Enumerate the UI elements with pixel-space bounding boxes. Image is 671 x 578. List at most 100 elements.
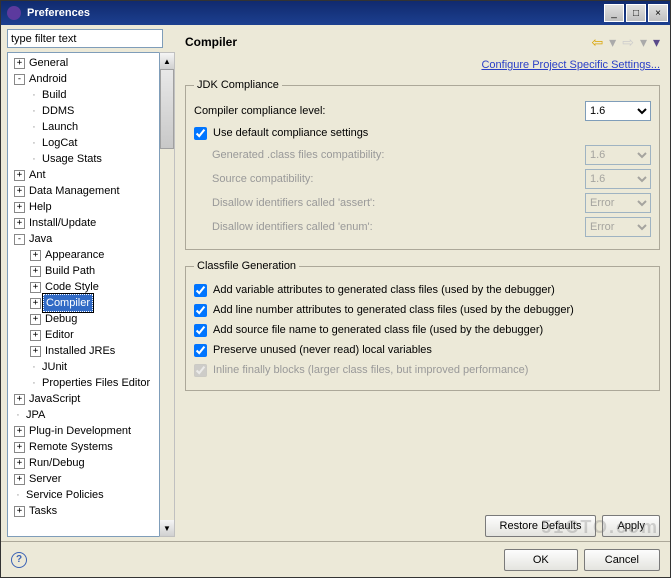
leaf-icon: ·	[30, 87, 38, 103]
close-button[interactable]: ×	[648, 4, 668, 22]
forward-menu-icon[interactable]: ▾	[640, 34, 647, 51]
expand-icon[interactable]: +	[14, 170, 25, 181]
compliance-level-select[interactable]: 1.6	[585, 101, 651, 121]
expand-icon[interactable]: +	[14, 218, 25, 229]
compliance-level-label: Compiler compliance level:	[194, 105, 585, 117]
add-line-num-checkbox[interactable]	[194, 304, 207, 317]
source-compat-label: Source compatibility:	[212, 173, 585, 185]
expand-icon[interactable]: +	[30, 282, 41, 293]
expand-icon[interactable]: +	[30, 330, 41, 341]
leaf-icon: ·	[14, 487, 22, 503]
tree-item[interactable]: ·Usage Stats	[8, 151, 159, 167]
maximize-button[interactable]: □	[626, 4, 646, 22]
tree-item[interactable]: -Android	[8, 71, 159, 87]
leaf-icon: ·	[30, 375, 38, 391]
left-panel: +General-Android·Build·DDMS·Launch·LogCa…	[1, 25, 175, 541]
expand-icon[interactable]: +	[30, 298, 41, 309]
tree-item[interactable]: +Editor	[8, 327, 159, 343]
tree-item-label: Run/Debug	[27, 455, 87, 471]
scroll-up-icon[interactable]: ▲	[160, 53, 174, 69]
add-var-attr-checkbox[interactable]	[194, 284, 207, 297]
expand-icon[interactable]: +	[14, 58, 25, 69]
tree-item[interactable]: +Run/Debug	[8, 455, 159, 471]
collapse-icon[interactable]: -	[14, 74, 25, 85]
tree-item[interactable]: +Install/Update	[8, 215, 159, 231]
tree-item-label: Server	[27, 471, 63, 487]
expand-icon[interactable]: +	[14, 458, 25, 469]
tree-item[interactable]: +Data Management	[8, 183, 159, 199]
tree-item-label: Properties Files Editor	[40, 375, 152, 391]
expand-icon[interactable]: +	[14, 506, 25, 517]
tree-item[interactable]: +Compiler	[8, 295, 159, 311]
tree-item[interactable]: +Appearance	[8, 247, 159, 263]
gen-class-select: 1.6	[585, 145, 651, 165]
tree-scrollbar[interactable]: ▲ ▼	[159, 52, 175, 537]
tree-item[interactable]: +General	[8, 55, 159, 71]
window-title: Preferences	[27, 7, 604, 19]
tree-item[interactable]: ·JPA	[8, 407, 159, 423]
disallow-assert-label: Disallow identifiers called 'assert':	[212, 197, 585, 209]
expand-icon[interactable]: +	[14, 442, 25, 453]
project-settings-link[interactable]: Configure Project Specific Settings...	[481, 59, 660, 71]
minimize-button[interactable]: _	[604, 4, 624, 22]
expand-icon[interactable]: +	[30, 266, 41, 277]
tree-item[interactable]: -Java	[8, 231, 159, 247]
tree-item-label: Usage Stats	[40, 151, 104, 167]
forward-icon[interactable]: ⇨	[622, 34, 634, 51]
tree-item[interactable]: +Plug-in Development	[8, 423, 159, 439]
tree-item-label: Ant	[27, 167, 48, 183]
expand-icon[interactable]: +	[30, 314, 41, 325]
tree-item[interactable]: +Code Style	[8, 279, 159, 295]
filter-input[interactable]	[7, 29, 163, 48]
tree-item-label: JUnit	[40, 359, 69, 375]
tree-item[interactable]: +Build Path	[8, 263, 159, 279]
back-menu-icon[interactable]: ▾	[609, 34, 616, 51]
tree-item[interactable]: ·Launch	[8, 119, 159, 135]
tree-item[interactable]: +Remote Systems	[8, 439, 159, 455]
tree-item[interactable]: +Installed JREs	[8, 343, 159, 359]
scroll-thumb[interactable]	[160, 69, 174, 149]
tree-item[interactable]: +Tasks	[8, 503, 159, 519]
ok-button[interactable]: OK	[504, 549, 578, 571]
tree-item[interactable]: ·JUnit	[8, 359, 159, 375]
tree-item[interactable]: +Ant	[8, 167, 159, 183]
tree-item-label: Java	[27, 231, 54, 247]
tree-item[interactable]: ·Build	[8, 87, 159, 103]
tree-item[interactable]: ·Properties Files Editor	[8, 375, 159, 391]
use-default-checkbox[interactable]	[194, 127, 207, 140]
expand-icon[interactable]: +	[14, 474, 25, 485]
help-icon[interactable]: ?	[11, 552, 27, 568]
expand-icon[interactable]: +	[14, 426, 25, 437]
expand-icon[interactable]: +	[14, 394, 25, 405]
tree-item[interactable]: ·Service Policies	[8, 487, 159, 503]
preserve-unused-checkbox[interactable]	[194, 344, 207, 357]
tree-item-label: Remote Systems	[27, 439, 115, 455]
tree-item-label: Installed JREs	[43, 343, 117, 359]
expand-icon[interactable]: +	[30, 250, 41, 261]
tree-item[interactable]: +Server	[8, 471, 159, 487]
expand-icon[interactable]: +	[14, 202, 25, 213]
tree-item-label: Install/Update	[27, 215, 98, 231]
restore-defaults-button[interactable]: Restore Defaults	[485, 515, 597, 537]
collapse-icon[interactable]: -	[14, 234, 25, 245]
leaf-icon: ·	[30, 103, 38, 119]
tree-item[interactable]: ·LogCat	[8, 135, 159, 151]
tree-item-label: Debug	[43, 311, 79, 327]
scroll-down-icon[interactable]: ▼	[160, 520, 174, 536]
tree-item[interactable]: +Help	[8, 199, 159, 215]
jdk-legend: JDK Compliance	[194, 79, 282, 91]
preferences-tree[interactable]: +General-Android·Build·DDMS·Launch·LogCa…	[7, 52, 159, 537]
tree-item-label: Plug-in Development	[27, 423, 133, 439]
add-source-file-checkbox[interactable]	[194, 324, 207, 337]
expand-icon[interactable]: +	[14, 186, 25, 197]
view-menu-icon[interactable]: ▾	[653, 34, 660, 51]
expand-icon[interactable]: +	[30, 346, 41, 357]
tree-item[interactable]: ·DDMS	[8, 103, 159, 119]
tree-item[interactable]: +JavaScript	[8, 391, 159, 407]
gen-class-label: Generated .class files compatibility:	[212, 149, 585, 161]
apply-button[interactable]: Apply	[602, 515, 660, 537]
tree-item-label: LogCat	[40, 135, 79, 151]
back-icon[interactable]: ⇦	[591, 34, 603, 51]
cancel-button[interactable]: Cancel	[584, 549, 660, 571]
tree-item[interactable]: +Debug	[8, 311, 159, 327]
